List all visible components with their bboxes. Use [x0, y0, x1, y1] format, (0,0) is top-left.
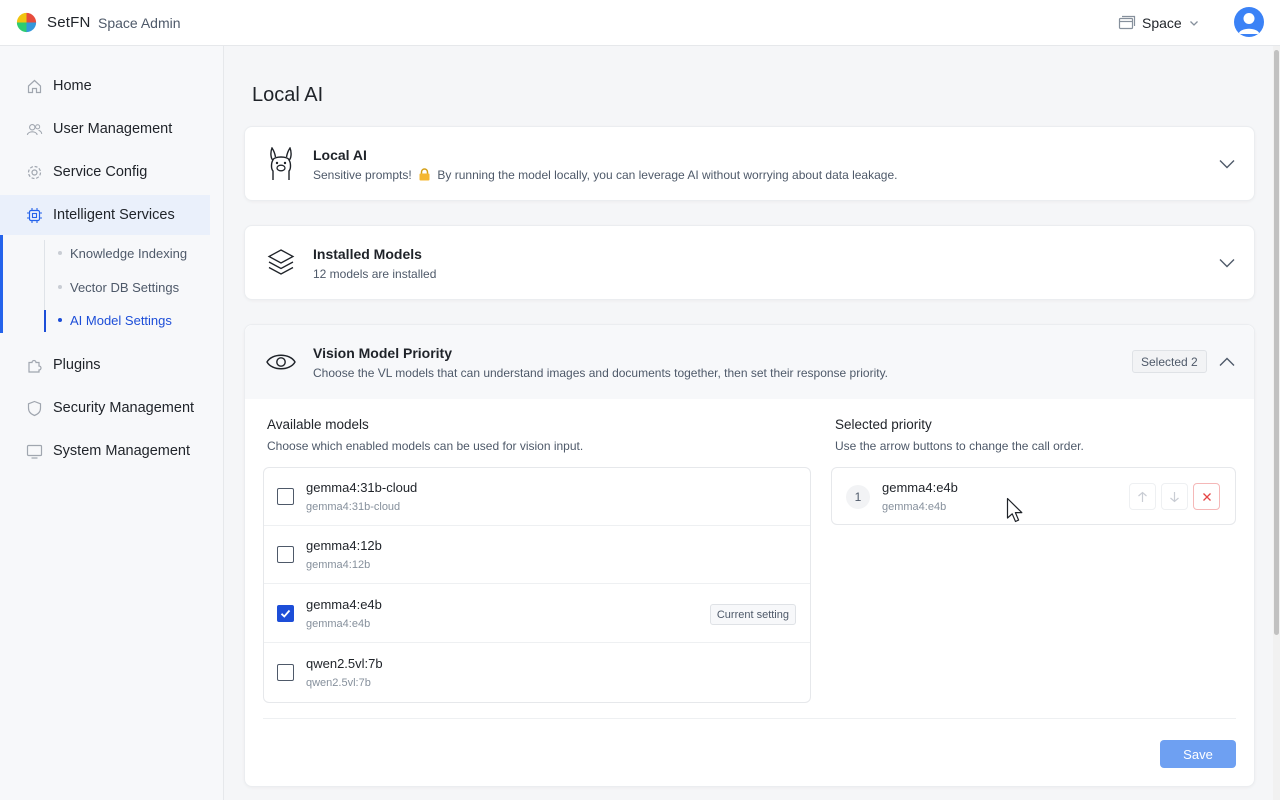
sidebar-subitem-label: Knowledge Indexing	[70, 245, 188, 261]
remove-button[interactable]	[1193, 483, 1220, 510]
local-ai-desc-prefix: Sensitive prompts!	[313, 168, 412, 182]
chevron-down-icon	[1189, 21, 1198, 26]
submenu-active-mark	[44, 310, 46, 332]
chevron-up-icon[interactable]	[1218, 353, 1236, 371]
move-up-button[interactable]	[1129, 483, 1156, 510]
sidebar-item-security-management[interactable]: Security Management	[0, 388, 210, 428]
model-row[interactable]: qwen2.5vl:7b qwen2.5vl:7b	[264, 644, 810, 702]
user-avatar[interactable]	[1234, 7, 1264, 37]
shield-icon	[26, 400, 43, 417]
model-id: qwen2.5vl:7b	[306, 677, 371, 689]
setfn-logo-icon	[16, 12, 37, 33]
space-switcher[interactable]: Space	[1118, 12, 1200, 34]
priority-model-id: gemma4:e4b	[882, 501, 947, 513]
sidebar-item-label: Home	[53, 78, 92, 94]
sidebar-item-service-config[interactable]: Service Config	[0, 152, 210, 192]
user-icon	[1238, 13, 1260, 34]
layers-icon	[265, 246, 297, 280]
bullet-icon	[58, 251, 62, 255]
card-divider	[263, 718, 1236, 719]
model-id: gemma4:e4b	[306, 618, 371, 630]
sidebar-item-label: Security Management	[53, 400, 195, 416]
model-row[interactable]: gemma4:12b gemma4:12b	[264, 526, 810, 584]
sidebar-item-label: User Management	[53, 121, 173, 137]
monitor-icon	[26, 443, 43, 460]
page-scrollbar-thumb[interactable]	[1274, 50, 1279, 635]
chevron-down-icon[interactable]	[1218, 155, 1236, 173]
model-id: gemma4:31b-cloud	[306, 501, 401, 513]
puzzle-icon	[26, 357, 43, 374]
priority-rank: 1	[846, 485, 870, 509]
current-setting-tag: Current setting	[709, 604, 796, 625]
top-header: SetFN Space Admin Space	[0, 0, 1280, 46]
sidebar-subitem-label: AI Model Settings	[70, 312, 172, 328]
available-models-list: gemma4:31b-cloud gemma4:31b-cloud gemma4…	[263, 467, 811, 703]
move-down-button[interactable]	[1161, 483, 1188, 510]
priority-model-name: gemma4:e4b	[882, 480, 958, 495]
selected-priority-title: Selected priority	[835, 417, 932, 432]
sidebar-item-home[interactable]: Home	[0, 66, 210, 106]
chevron-down-icon[interactable]	[1218, 254, 1236, 272]
close-icon	[1202, 492, 1211, 501]
local-ai-card-header[interactable]: Local AI Sensitive prompts! By running t…	[245, 127, 1254, 201]
selected-count-badge: Selected 2	[1132, 350, 1207, 373]
space-label: Space	[1142, 15, 1182, 31]
save-button[interactable]: Save	[1160, 740, 1236, 768]
installed-models-description: 12 models are installed	[313, 267, 437, 281]
model-row[interactable]: gemma4:e4b gemma4:e4b Current setting	[264, 585, 810, 643]
chip-icon	[26, 207, 43, 224]
sidebar-subitem-ai-model-settings[interactable]: AI Model Settings	[58, 309, 172, 331]
vision-card-header[interactable]: Vision Model Priority Choose the VL mode…	[245, 325, 1254, 399]
model-checkbox[interactable]	[277, 488, 294, 505]
users-icon	[26, 121, 43, 138]
installed-models-card[interactable]: Installed Models 12 models are installed	[244, 225, 1255, 300]
bullet-icon	[58, 318, 62, 322]
brand-subtitle: Space Admin	[98, 15, 181, 31]
arrow-up-icon	[1138, 491, 1147, 502]
model-checkbox[interactable]	[277, 546, 294, 563]
model-row[interactable]: gemma4:31b-cloud gemma4:31b-cloud	[264, 468, 810, 526]
model-checkbox[interactable]	[277, 605, 294, 622]
local-ai-card[interactable]: Local AI Sensitive prompts! By running t…	[244, 126, 1255, 201]
priority-item: 1 gemma4:e4b gemma4:e4b	[831, 467, 1236, 525]
model-name: gemma4:31b-cloud	[306, 480, 418, 495]
bullet-icon	[58, 285, 62, 289]
sidebar-item-system-management[interactable]: System Management	[0, 431, 210, 471]
vision-card-description: Choose the VL models that can understand…	[313, 366, 889, 380]
sidebar-item-user-management[interactable]: User Management	[0, 109, 210, 149]
local-ai-desc-suffix: By running the model locally, you can le…	[437, 168, 898, 182]
local-ai-title: Local AI	[313, 147, 367, 163]
window-icon	[1118, 15, 1136, 30]
sidebar-item-label: System Management	[53, 443, 191, 459]
model-name: gemma4:e4b	[306, 597, 382, 612]
vision-card-title: Vision Model Priority	[313, 345, 452, 361]
available-models-title: Available models	[267, 417, 369, 432]
local-ai-description: Sensitive prompts! By running the model …	[313, 168, 897, 184]
home-icon	[26, 78, 43, 95]
selected-priority-description: Use the arrow buttons to change the call…	[835, 439, 1084, 453]
sidebar-item-label: Intelligent Services	[53, 207, 175, 223]
model-checkbox[interactable]	[277, 664, 294, 681]
lock-icon	[419, 168, 430, 184]
sidebar-item-label: Plugins	[53, 357, 101, 373]
sidebar-item-label: Service Config	[53, 164, 148, 180]
brand-name: SetFN	[47, 14, 91, 31]
sidebar-subitem-label: Vector DB Settings	[70, 279, 180, 295]
installed-models-card-header[interactable]: Installed Models 12 models are installed	[245, 226, 1254, 300]
gear-icon	[26, 164, 43, 181]
model-name: qwen2.5vl:7b	[306, 656, 383, 671]
sidebar-item-intelligent-services[interactable]: Intelligent Services	[0, 195, 210, 235]
installed-models-title: Installed Models	[313, 246, 422, 262]
arrow-down-icon	[1170, 491, 1179, 502]
model-name: gemma4:12b	[306, 538, 382, 553]
model-id: gemma4:12b	[306, 559, 371, 571]
available-models-description: Choose which enabled models can be used …	[267, 439, 584, 453]
page-title: Local AI	[252, 84, 324, 106]
sidebar-item-plugins[interactable]: Plugins	[0, 345, 210, 385]
eye-icon	[265, 345, 297, 379]
sidebar-subitem-knowledge-indexing[interactable]: Knowledge Indexing	[58, 242, 187, 264]
llama-icon	[265, 147, 297, 181]
sidebar-subitem-vector-db-settings[interactable]: Vector DB Settings	[58, 276, 179, 298]
check-icon	[280, 609, 291, 618]
